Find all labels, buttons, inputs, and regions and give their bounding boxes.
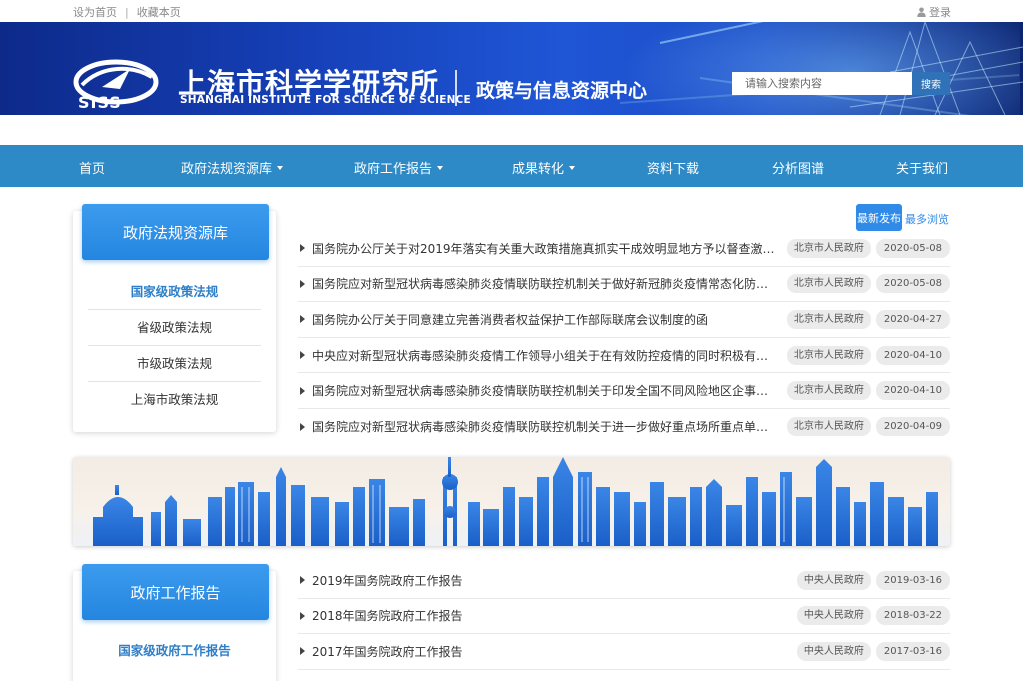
caret-right-icon [300,611,305,620]
news-row[interactable]: 2017年国务院政府工作报告 中央人民政府 2017-03-16 [298,634,950,670]
caret-right-icon [300,386,305,395]
date-badge: 2020-04-27 [875,309,950,329]
source-badge: 北京市人民政府 [786,381,871,401]
news-title[interactable]: 国务院应对新型冠状病毒感染肺炎疫情联防联控机制关于进一步做好重点场所重点单位重点… [312,418,777,435]
side-item-municipal-regulations[interactable]: 市级政策法规 [88,346,261,382]
login-label: 登录 [929,6,951,19]
news-row[interactable]: 国务院办公厅关于同意建立完善消费者权益保护工作部际联席会议制度的函 北京市人民政… [298,302,950,338]
tab-most-viewed[interactable]: 最多浏览 [905,211,949,227]
news-row[interactable]: 国务院应对新型冠状病毒感染肺炎疫情联防联控机制关于做好新冠肺炎疫情常态化防控工作… [298,267,950,303]
date-badge: 2020-05-08 [875,238,950,258]
main-nav: 首页 政府法规资源库 政府工作报告 成果转化 资料下载 分析图谱 关于我们 [0,145,1023,187]
nav-about[interactable]: 关于我们 [896,158,948,177]
chevron-down-icon [569,165,576,170]
set-home-link[interactable]: 设为首页 [73,6,117,19]
reports-panel-heading: 政府工作报告 [82,564,269,620]
nav-regulations-label: 政府法规资源库 [181,162,273,177]
date-badge: 2018-03-22 [875,606,950,626]
regulations-panel-heading: 政府法规资源库 [82,204,269,260]
news-title[interactable]: 2019年国务院政府工作报告 [312,572,787,589]
city-skyline-banner [73,457,950,546]
login-link[interactable]: 登录 [917,4,951,20]
news-row[interactable]: 2018年国务院政府工作报告 中央人民政府 2018-03-22 [298,599,950,635]
source-badge: 北京市人民政府 [786,274,871,294]
nav-analysis-maps-label: 分析图谱 [772,162,825,177]
news-title[interactable]: 中央应对新型冠状病毒感染肺炎疫情工作领导小组关于在有效防控疫情的同时积极有序推进… [312,347,777,364]
institute-name-en: SHANGHAI INSTITUTE FOR SCIENCE OF SCIENC… [180,94,471,106]
chevron-down-icon [277,165,284,170]
caret-right-icon [300,422,305,431]
caret-right-icon [300,244,305,253]
banner-building-graphic [849,22,1023,115]
nav-work-reports[interactable]: 政府工作报告 [354,158,444,177]
source-badge: 北京市人民政府 [786,238,871,258]
nav-achievements-label: 成果转化 [512,162,565,177]
caret-right-icon [300,647,305,656]
reports-category-list: 国家级政府工作报告 [88,633,261,669]
date-badge: 2017-03-16 [875,641,950,661]
nav-regulations[interactable]: 政府法规资源库 [181,158,284,177]
nav-work-reports-label: 政府工作报告 [354,162,433,177]
user-icon [917,7,926,17]
nav-analysis-maps[interactable]: 分析图谱 [772,158,824,177]
source-badge: 中央人民政府 [796,606,871,626]
side-item-national-regulations[interactable]: 国家级政策法规 [88,274,261,310]
caret-right-icon [300,576,305,585]
news-title[interactable]: 国务院办公厅关于同意建立完善消费者权益保护工作部际联席会议制度的函 [312,311,777,328]
news-title[interactable]: 国务院办公厅关于对2019年落实有关重大政策措施真抓实干成效明显地方予以督查激励… [312,240,777,257]
source-badge: 北京市人民政府 [786,417,871,437]
side-item-national-reports[interactable]: 国家级政府工作报告 [88,633,261,669]
top-utility-bar: 设为首页 | 收藏本页 登录 [0,0,1023,22]
date-badge: 2020-04-10 [875,345,950,365]
center-subtitle: 政策与信息资源中心 [476,80,648,102]
news-title[interactable]: 2018年国务院政府工作报告 [312,607,787,624]
nav-home-label: 首页 [79,162,106,177]
source-badge: 北京市人民政府 [786,345,871,365]
news-row[interactable]: 国务院办公厅关于对2019年落实有关重大政策措施真抓实干成效明显地方予以督查激励… [298,231,950,267]
chevron-down-icon [437,165,444,170]
reports-news-list: 2019年国务院政府工作报告 中央人民政府 2019-03-16 2018年国务… [298,563,950,670]
news-row[interactable]: 国务院应对新型冠状病毒感染肺炎疫情联防联控机制关于进一步做好重点场所重点单位重点… [298,409,950,445]
date-badge: 2020-04-10 [875,381,950,401]
top-separator: | [125,6,129,19]
news-title[interactable]: 国务院应对新型冠状病毒感染肺炎疫情联防联控机制关于印发全国不同风险地区企事业单位… [312,382,777,399]
caret-right-icon [300,315,305,324]
logo-abbreviation: SISS [78,93,122,112]
tab-latest[interactable]: 最新发布 [856,204,902,231]
caret-right-icon [300,351,305,360]
news-title[interactable]: 2017年国务院政府工作报告 [312,643,787,660]
skyline-illustration [93,457,938,546]
news-row[interactable]: 中央应对新型冠状病毒感染肺炎疫情工作领导小组关于在有效防控疫情的同时积极有序推进… [298,338,950,374]
source-badge: 中央人民政府 [796,570,871,590]
date-badge: 2020-05-08 [875,274,950,294]
source-badge: 北京市人民政府 [786,309,871,329]
date-badge: 2019-03-16 [875,570,950,590]
news-row[interactable]: 国务院应对新型冠状病毒感染肺炎疫情联防联控机制关于印发全国不同风险地区企事业单位… [298,373,950,409]
search-button[interactable]: 搜索 [912,72,950,95]
nav-downloads[interactable]: 资料下载 [647,158,699,177]
caret-right-icon [300,279,305,288]
side-item-shanghai-regulations[interactable]: 上海市政策法规 [88,382,261,418]
nav-downloads-label: 资料下载 [647,162,700,177]
regulations-news-list: 国务院办公厅关于对2019年落实有关重大政策措施真抓实干成效明显地方予以督查激励… [298,231,950,445]
top-left-links: 设为首页 | 收藏本页 [73,4,181,20]
date-badge: 2020-04-09 [875,417,950,437]
side-item-provincial-regulations[interactable]: 省级政策法规 [88,310,261,346]
logo-divider [455,70,457,106]
nav-achievements[interactable]: 成果转化 [512,158,576,177]
source-badge: 中央人民政府 [796,641,871,661]
nav-home[interactable]: 首页 [79,158,105,177]
news-row[interactable]: 2019年国务院政府工作报告 中央人民政府 2019-03-16 [298,563,950,599]
search-input[interactable] [732,72,912,95]
regulations-category-list: 国家级政策法规 省级政策法规 市级政策法规 上海市政策法规 [88,274,261,418]
nav-about-label: 关于我们 [896,162,949,177]
news-title[interactable]: 国务院应对新型冠状病毒感染肺炎疫情联防联控机制关于做好新冠肺炎疫情常态化防控工作… [312,275,777,292]
bookmark-link[interactable]: 收藏本页 [137,6,181,19]
